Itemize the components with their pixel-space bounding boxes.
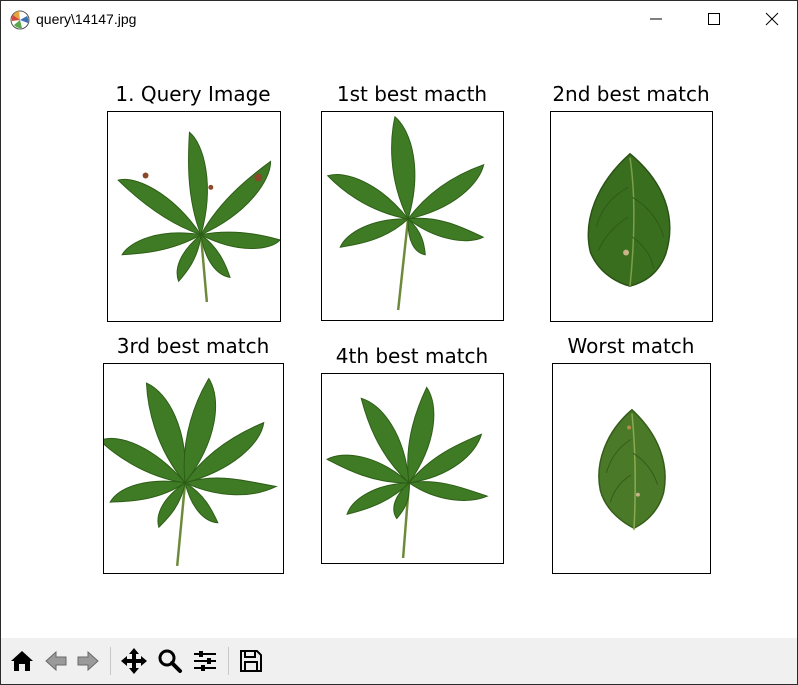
figure-window: query\14147.jpg 1. Query Image 1st best … — [0, 0, 798, 685]
matplotlib-app-icon — [10, 10, 30, 30]
navigation-toolbar — [1, 638, 797, 684]
save-icon — [240, 650, 262, 672]
match-2-image — [550, 111, 713, 322]
minimize-button[interactable] — [627, 1, 685, 37]
pan-icon — [121, 648, 147, 674]
back-icon — [45, 650, 67, 672]
zoom-button[interactable] — [153, 644, 187, 678]
match-3-image — [103, 363, 284, 574]
window-title: query\14147.jpg — [36, 11, 137, 27]
save-button[interactable] — [234, 644, 268, 678]
horse-chestnut-leaf-image — [104, 377, 278, 567]
zoom-icon — [158, 649, 182, 673]
horse-chestnut-leaf-image — [326, 386, 489, 559]
minimize-icon — [650, 18, 662, 20]
configure-subplots-button[interactable] — [188, 644, 222, 678]
close-button[interactable] — [743, 1, 798, 37]
panel-title-match-3: 3rd best match — [116, 334, 270, 358]
configure-subplots-icon — [194, 651, 216, 671]
horse-chestnut-leaf-image — [326, 115, 485, 311]
worst-match-image — [552, 363, 711, 574]
figure-canvas[interactable]: 1. Query Image 1st best macth 2nd best m… — [1, 37, 797, 638]
pan-button[interactable] — [117, 644, 151, 678]
panel-title-match-4: 4th best match — [335, 344, 489, 368]
ovate-leaf-image — [587, 152, 671, 287]
title-bar[interactable]: query\14147.jpg — [1, 1, 797, 37]
maximize-icon — [708, 13, 720, 25]
toolbar-separator — [110, 647, 111, 675]
panel-title-worst: Worst match — [567, 334, 695, 358]
horse-chestnut-leaf-image — [117, 131, 280, 303]
panel-title-query: 1. Query Image — [115, 82, 271, 106]
query-image — [107, 111, 281, 322]
match-1-image — [321, 111, 504, 321]
panel-title-match-1: 1st best macth — [336, 82, 488, 106]
ovate-leaf-image — [598, 408, 666, 531]
forward-button[interactable] — [71, 644, 105, 678]
match-4-image — [321, 373, 504, 564]
panel-title-match-2: 2nd best match — [552, 82, 710, 106]
toolbar-separator — [228, 647, 229, 675]
back-button[interactable] — [39, 644, 73, 678]
home-button[interactable] — [5, 644, 39, 678]
close-icon — [765, 12, 779, 26]
maximize-button[interactable] — [685, 1, 743, 37]
forward-icon — [77, 650, 99, 672]
home-icon — [11, 651, 33, 671]
